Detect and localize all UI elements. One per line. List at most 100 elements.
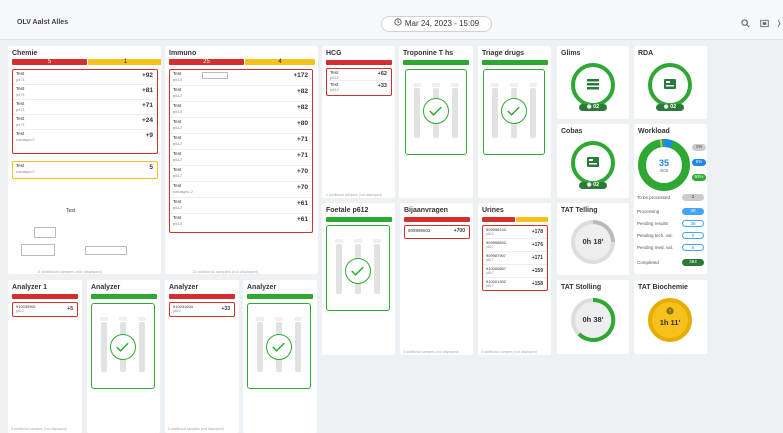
alert-list: Test p612 +62 Test p612 +33 (326, 68, 392, 96)
list-item[interactable]: Test p612 +33 (327, 81, 391, 93)
list-item[interactable]: Test cobaspro7 5 (13, 162, 157, 177)
test-name: Test (173, 87, 182, 92)
list-item[interactable]: Test p614 +82 (170, 102, 312, 118)
minutes-value: +61 (296, 200, 308, 207)
tube-cap (373, 239, 381, 243)
list-item[interactable]: Test p471 +24 (13, 115, 157, 130)
list-item[interactable]: Test p612 +82 (170, 86, 312, 102)
minutes-value: +70 (296, 168, 308, 175)
workload-center-value: 35 (658, 158, 669, 168)
minutes-value: +82 (296, 88, 308, 95)
list-item[interactable]: Test p612 +80 (170, 118, 312, 134)
list-item[interactable]: 910031604 p612 +33 (170, 303, 234, 315)
test-name: Test (173, 71, 182, 76)
connection-badge: ◉ 02 (656, 104, 684, 111)
hcg-card[interactable]: HCG Test p612 +62 Test p612 +33 0 additional… (322, 46, 395, 198)
tube-cap (100, 317, 108, 321)
list-item[interactable]: Test p612 +62 (327, 69, 391, 81)
tat-biochemie-card[interactable]: TAT Biochemie ! 1h 11' (634, 280, 707, 354)
workload-row-label: To be processed (637, 195, 671, 200)
tube-cap (256, 317, 264, 321)
minutes-value: +172 (293, 72, 308, 79)
list-item[interactable]: 909996102 p612 +178 (483, 226, 547, 239)
bijaanvragen-card[interactable]: Bijaanvragen 909996502 +700 0 additional … (400, 203, 473, 355)
analyzer-id: p471 (16, 92, 25, 97)
list-item[interactable]: Test cobaspro7 +9 (13, 130, 157, 145)
card-title: TAT Biochemie (638, 284, 688, 291)
red-count-bar: 5 (12, 59, 87, 65)
input-field[interactable] (34, 227, 56, 238)
tat-stolling-card[interactable]: TAT Stolling 0h 38' (557, 280, 629, 354)
minutes-value: +71 (296, 152, 308, 159)
card-title: Foetale p612 (326, 207, 369, 214)
alert-list: Test p614 +172 Test p612 +82 Test p614 +82 Tes… (169, 69, 313, 233)
test-name: Test (173, 103, 182, 108)
list-item[interactable]: Test p612 +71 (170, 150, 312, 166)
search-icon[interactable] (741, 19, 750, 30)
list-item[interactable]: 909996502 +700 (405, 226, 469, 237)
alert-list: Test p471 +92 Test p471 +81 Test p471 +71 Test… (12, 69, 158, 154)
fullscreen-icon[interactable] (760, 19, 769, 30)
list-item[interactable]: 910039901 p612 +5 (13, 303, 77, 315)
red-count-bar: 25 (169, 59, 244, 65)
red-count-bar (12, 294, 78, 299)
list-item[interactable]: 909987907 p617 +171 (483, 252, 547, 265)
tube (452, 88, 458, 138)
immuno-card[interactable]: Immuno 25 4 Test p614 +172 Test p612 +82 Tes… (165, 46, 318, 274)
check-icon (501, 98, 527, 124)
urines-card[interactable]: Urines 909996102 p612 +178 909996802 p617 +1… (478, 203, 551, 355)
list-icon (586, 77, 600, 96)
list-item[interactable]: Test p612 +71 (170, 134, 312, 150)
additional-samples-note: 0 additional samples (not displayed) (38, 269, 102, 274)
red-count-bar (404, 217, 470, 222)
card-title: Bijaanvragen (404, 207, 448, 214)
analyzer-id: p612 (330, 75, 339, 80)
foetale-card[interactable]: Foetale p612 (322, 203, 395, 355)
list-item[interactable]: Test cobaspro 2 +70 (170, 182, 312, 198)
list-item[interactable]: Test p471 +81 (13, 85, 157, 100)
input-field[interactable] (21, 244, 55, 256)
tube (414, 88, 420, 138)
list-item[interactable]: 910000807 p617 +159 (483, 265, 547, 278)
rda-card[interactable]: RDA ◉ 02 (634, 46, 707, 119)
warning-list: Test cobaspro7 5 (12, 161, 158, 179)
red-count-bar (169, 294, 235, 299)
analyzer-3-card[interactable]: Analyzer 910031604 p612 +33 0 additional s… (165, 280, 239, 433)
list-item[interactable]: Test p614 +61 (170, 214, 312, 230)
tube-cap (510, 83, 518, 87)
test-name: Test (173, 119, 182, 124)
list-item[interactable]: Test p617 +70 (170, 166, 312, 182)
list-item[interactable]: Test p612 +61 (170, 198, 312, 214)
list-item[interactable]: 910001302 p617 +158 (483, 278, 547, 290)
workload-total: /506 (659, 168, 669, 173)
chemie-card[interactable]: Chemie 5 1 Test p471 +92 Test p471 +81 Test p… (8, 46, 161, 274)
connection-badge: ◉ 02 (579, 182, 607, 189)
list-item[interactable]: Test p614 +172 (170, 70, 312, 86)
list-item[interactable]: Test p471 +71 (13, 100, 157, 115)
workload-row-value: 2 (682, 194, 704, 201)
minutes-value: +71 (296, 136, 308, 143)
list-item[interactable]: 909996802 p617 +176 (483, 239, 547, 252)
test-name: Test (173, 135, 182, 140)
minutes-value: +5 (67, 306, 73, 312)
card-title: Analyzer (91, 284, 121, 291)
workload-card[interactable]: Workload 35 /506 1% 5% 93% To be process… (634, 124, 707, 274)
analyzer-2-card[interactable]: Analyzer (87, 280, 160, 433)
tat-telling-card[interactable]: TAT Telling 0h 18' (557, 203, 629, 275)
input-field[interactable] (85, 246, 127, 255)
workload-row-label: Pending med. val. (637, 245, 674, 250)
workload-row-value: 384 (682, 259, 704, 266)
minutes-value: +24 (141, 117, 153, 124)
glims-card[interactable]: Glims ◉ 02 (557, 46, 629, 119)
list-item[interactable]: Test p471 +92 (13, 70, 157, 85)
analyzer-1-card[interactable]: Analyzer 1 910039901 p612 +5 0 additional … (8, 280, 82, 433)
card-title: Analyzer (247, 284, 277, 291)
troponine-card[interactable]: Troponine T hs (399, 46, 473, 198)
triage-drugs-card[interactable]: Triage drugs (478, 46, 551, 198)
analyzer-4-card[interactable]: Analyzer (243, 280, 317, 433)
more-icon[interactable] (777, 19, 781, 30)
tube (139, 322, 145, 372)
workload-row-value: 30 (682, 208, 704, 215)
datetime-picker[interactable]: Mar 24, 2023 - 15:09 (381, 16, 492, 32)
cobas-card[interactable]: Cobas ◉ 02 (557, 124, 629, 198)
